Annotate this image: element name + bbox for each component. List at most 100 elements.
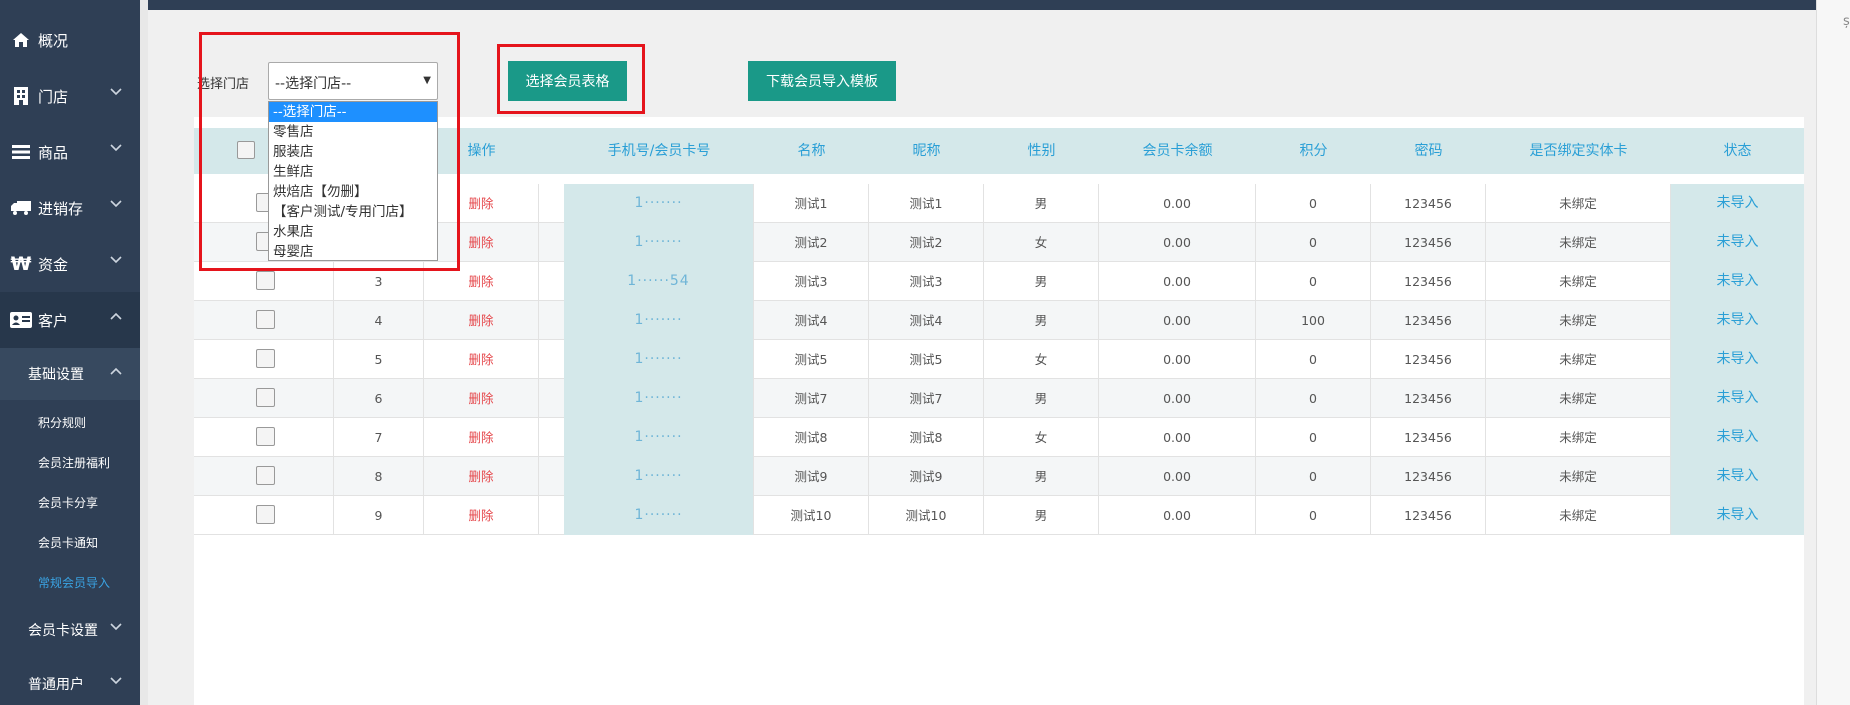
delete-link[interactable]: 删除	[424, 223, 539, 262]
row-checkbox[interactable]	[256, 310, 275, 329]
password-cell: 123456	[1371, 379, 1486, 418]
name-cell: 测试5	[754, 340, 869, 379]
chevron-up-icon	[110, 363, 122, 379]
nick-cell: 测试2	[869, 223, 984, 262]
status-link[interactable]: 未导入	[1671, 184, 1804, 223]
store-option[interactable]: --选择门店--	[269, 102, 437, 122]
sidebar-item-points-rule[interactable]: 积分规则	[0, 402, 140, 442]
right-scroll-edge[interactable]: ș	[1816, 0, 1850, 705]
top-bar	[148, 0, 1816, 10]
nav-item-store[interactable]: 门店	[0, 68, 140, 124]
nav-item-overview[interactable]: 概况	[0, 12, 140, 68]
group-label: 会员卡设置	[28, 623, 98, 639]
delete-link[interactable]: 删除	[424, 496, 539, 535]
sidebar-item-card-notice[interactable]: 会员卡通知	[0, 522, 140, 562]
store-option[interactable]: 母婴店	[269, 242, 437, 262]
caret-down-icon: ▼	[423, 75, 431, 86]
phone-cell: 1·······	[564, 379, 754, 418]
delete-link[interactable]: 删除	[424, 262, 539, 301]
gender-cell: 男	[984, 184, 1099, 223]
status-link[interactable]: 未导入	[1671, 223, 1804, 262]
store-select-value: --选择门店--	[275, 76, 352, 92]
checkbox-cell	[194, 379, 334, 418]
sidebar-item-member-import[interactable]: 常规会员导入	[0, 562, 140, 602]
balance-cell: 0.00	[1099, 379, 1256, 418]
table-row: 4 删除 1······· 测试4 测试4 男 0.00 100 123456 未绑定 未导入	[194, 301, 1804, 340]
sidebar-gutter	[140, 0, 148, 705]
checkbox-cell	[194, 301, 334, 340]
status-link[interactable]: 未导入	[1671, 379, 1804, 418]
sidebar-item-card-share[interactable]: 会员卡分享	[0, 482, 140, 522]
store-option[interactable]: 水果店	[269, 222, 437, 242]
delete-link[interactable]: 删除	[424, 379, 539, 418]
col-action: 操作	[467, 143, 496, 159]
row-checkbox[interactable]	[256, 466, 275, 485]
row-number: 4	[334, 301, 424, 340]
delete-link[interactable]: 删除	[424, 457, 539, 496]
store-option[interactable]: 【客户测试/专用门店】	[269, 202, 437, 222]
nav-item-goods[interactable]: 商品	[0, 124, 140, 180]
balance-cell: 0.00	[1099, 496, 1256, 535]
phone-cell: 1·······	[564, 184, 754, 223]
select-all-checkbox[interactable]	[237, 141, 255, 159]
edge-glyph: ș	[1843, 14, 1850, 29]
password-cell: 123456	[1371, 301, 1486, 340]
nick-cell: 测试8	[869, 418, 984, 457]
status-link[interactable]: 未导入	[1671, 301, 1804, 340]
balance-cell: 0.00	[1099, 301, 1256, 340]
won-icon: ₩	[10, 253, 32, 275]
status-link[interactable]: 未导入	[1671, 262, 1804, 301]
delete-link[interactable]: 删除	[424, 184, 539, 223]
checkbox-cell	[194, 418, 334, 457]
group-label: 普通用户	[28, 677, 84, 693]
delete-link[interactable]: 删除	[424, 340, 539, 379]
row-checkbox[interactable]	[256, 271, 275, 290]
nav-item-fund[interactable]: ₩ 资金	[0, 236, 140, 292]
gender-cell: 女	[984, 340, 1099, 379]
nav-label: 商品	[38, 143, 69, 162]
sidebar-item-register-benefit[interactable]: 会员注册福利	[0, 442, 140, 482]
status-link[interactable]: 未导入	[1671, 418, 1804, 457]
row-number: 9	[334, 496, 424, 535]
nick-cell: 测试10	[869, 496, 984, 535]
points-cell: 0	[1256, 418, 1371, 457]
store-option[interactable]: 生鲜店	[269, 162, 437, 182]
store-select[interactable]: --选择门店-- ▼	[268, 62, 438, 100]
nav-item-inventory[interactable]: 进销存	[0, 180, 140, 236]
balance-cell: 0.00	[1099, 223, 1256, 262]
delete-link[interactable]: 删除	[424, 301, 539, 340]
delete-link[interactable]: 删除	[424, 418, 539, 457]
status-link[interactable]: 未导入	[1671, 496, 1804, 535]
name-cell: 测试7	[754, 379, 869, 418]
row-number: 5	[334, 340, 424, 379]
sidebar-group-normal-users[interactable]: 普通用户	[0, 658, 140, 705]
balance-cell: 0.00	[1099, 340, 1256, 379]
col-bound: 是否绑定实体卡	[1529, 143, 1628, 159]
store-option[interactable]: 烘焙店【勿删】	[269, 182, 437, 202]
col-balance: 会员卡余额	[1142, 143, 1213, 159]
table-row: 8 删除 1······· 测试9 测试9 男 0.00 0 123456 未绑定 未导入	[194, 457, 1804, 496]
status-link[interactable]: 未导入	[1671, 457, 1804, 496]
row-checkbox[interactable]	[256, 505, 275, 524]
status-link[interactable]: 未导入	[1671, 340, 1804, 379]
nav-label: 客户	[38, 311, 69, 330]
bound-cell: 未绑定	[1486, 184, 1671, 223]
store-option[interactable]: 零售店	[269, 122, 437, 142]
store-dropdown-list: --选择门店-- 零售店 服装店 生鲜店 烘焙店【勿删】 【客户测试/专用门店】…	[268, 101, 438, 261]
phone-cell: 1·······	[564, 457, 754, 496]
row-checkbox[interactable]	[256, 427, 275, 446]
sidebar-group-basic-settings[interactable]: 基础设置	[0, 348, 140, 400]
sidebar-group-card-settings[interactable]: 会员卡设置	[0, 604, 140, 656]
phone-cell: 1·······	[564, 340, 754, 379]
table-row: 7 删除 1······· 测试8 测试8 女 0.00 0 123456 未绑定 未导入	[194, 418, 1804, 457]
nav-item-customer[interactable]: 客户	[0, 292, 140, 348]
store-option[interactable]: 服装店	[269, 142, 437, 162]
bound-cell: 未绑定	[1486, 496, 1671, 535]
download-template-button[interactable]: 下载会员导入模板	[748, 61, 896, 101]
name-cell: 测试9	[754, 457, 869, 496]
row-checkbox[interactable]	[256, 388, 275, 407]
group-label: 基础设置	[28, 367, 84, 383]
row-checkbox[interactable]	[256, 349, 275, 368]
select-member-sheet-button[interactable]: 选择会员表格	[508, 61, 627, 101]
points-cell: 0	[1256, 457, 1371, 496]
